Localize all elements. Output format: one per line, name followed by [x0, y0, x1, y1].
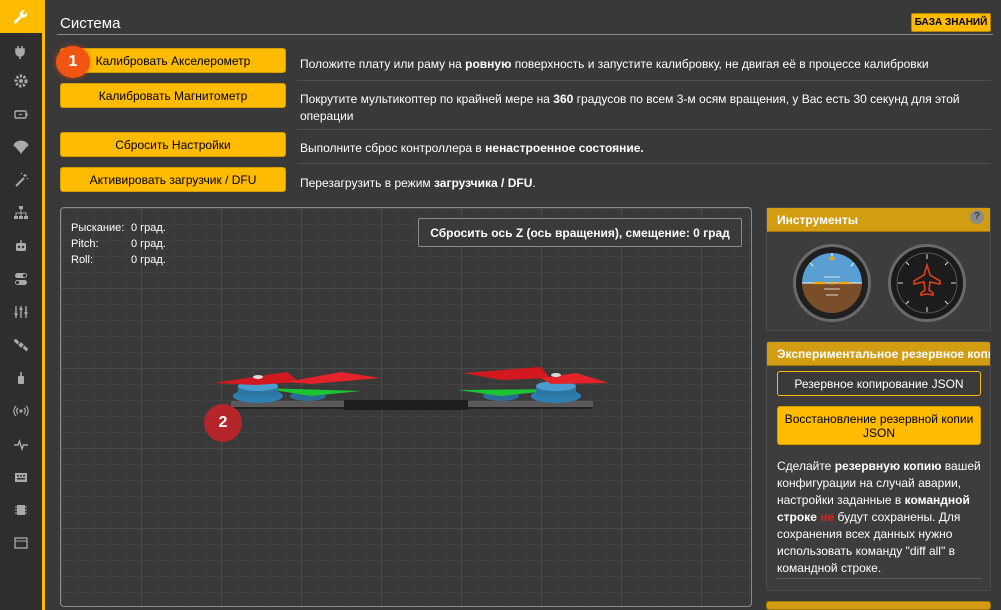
- page-title: Система: [60, 15, 121, 32]
- radio-icon: [13, 405, 29, 416]
- robot-icon: [16, 239, 26, 251]
- reset-settings-description: Выполните сброс контроллера в ненастроен…: [300, 141, 644, 155]
- calibrate-accelerometer-button[interactable]: Калибровать Акселерометр: [60, 48, 286, 73]
- parachute-icon: [13, 140, 29, 154]
- instruments-panel: Инструменты ?: [766, 207, 991, 331]
- sidebar-item-receiver[interactable]: [0, 229, 42, 262]
- network-icon: [14, 205, 28, 219]
- help-icon[interactable]: ?: [970, 210, 984, 224]
- calibrate-accelerometer-description: Положите плату или раму на ровную поверх…: [300, 57, 929, 71]
- calibrate-magnetometer-description: Покрутите мультикоптер по крайней мере н…: [300, 92, 960, 123]
- sidebar-item-pid[interactable]: [0, 196, 42, 229]
- sidebar-item-blackbox[interactable]: [0, 493, 42, 526]
- plug-icon: [15, 45, 25, 59]
- sidebar-accent-edge: [42, 0, 45, 610]
- magic-wand-icon: [15, 172, 29, 187]
- sidebar-item-motors[interactable]: [0, 361, 42, 394]
- toggles-icon: [15, 272, 27, 285]
- gear-icon: [14, 74, 28, 87]
- backup-json-button[interactable]: Резервное копирование JSON: [777, 371, 981, 396]
- quadcopter-model: [213, 367, 609, 410]
- step-badge-1: 1: [56, 46, 90, 78]
- wiki-button[interactable]: БАЗА ЗНАНИЙ: [911, 13, 991, 32]
- heading-indicator: [888, 244, 966, 322]
- restore-json-button[interactable]: Восстановление резервной копии JSON: [777, 406, 981, 445]
- sliders-icon: [14, 305, 28, 318]
- instruments-header: Инструменты ?: [767, 208, 990, 232]
- sidebar-item-cli[interactable]: [0, 526, 42, 559]
- activate-bootloader-description: Перезагрузить в режим загрузчика / DFU.: [300, 176, 536, 190]
- backup-description: Сделайте резервную копию вашей конфигура…: [777, 459, 981, 575]
- row-divider: [297, 80, 991, 81]
- sidebar-item-presets[interactable]: [0, 163, 42, 196]
- attitude-indicator-face: [802, 253, 862, 313]
- instruments-title: Инструменты: [777, 213, 859, 227]
- step-badge-2: 2: [204, 404, 242, 442]
- pitch-value: 0 град.: [131, 238, 166, 250]
- sidebar-item-osd[interactable]: [0, 460, 42, 493]
- sidebar-item-video-transmitter[interactable]: [0, 394, 42, 427]
- chip-icon: [15, 504, 27, 515]
- wrench-icon: [14, 9, 28, 23]
- reset-z-axis-button[interactable]: Сбросить ось Z (ось вращения), смещение:…: [418, 218, 742, 247]
- osd-icon: [15, 472, 27, 482]
- calibrate-magnetometer-button[interactable]: Калибровать Магнитометр: [60, 83, 286, 108]
- yaw-value: 0 град.: [131, 222, 166, 234]
- attitude-readout: Рыскание: 0 град. Pitch: 0 град. Roll: 0 гр…: [71, 220, 166, 268]
- model-viewport[interactable]: Рыскание: 0 град. Pitch: 0 град. Roll: 0 гр…: [60, 207, 752, 607]
- sidebar-nav: [0, 0, 42, 610]
- title-divider: [57, 34, 993, 35]
- row-divider: [297, 163, 991, 164]
- backup-header: Экспериментальное резервное копирование …: [767, 342, 990, 366]
- panel-divider: [777, 578, 982, 579]
- sidebar-item-sensors[interactable]: [0, 427, 42, 460]
- satellite-icon: [13, 338, 29, 351]
- pitch-label: Pitch:: [71, 238, 99, 250]
- sidebar-item-adjustments[interactable]: [0, 295, 42, 328]
- sidebar-item-gps[interactable]: [0, 328, 42, 361]
- attitude-indicator: [793, 244, 871, 322]
- next-panel-header: [766, 601, 991, 610]
- row-divider: [297, 129, 991, 130]
- yaw-label: Рыскание:: [71, 222, 125, 234]
- sidebar-item-power[interactable]: [0, 97, 42, 130]
- reset-settings-button[interactable]: Сбросить Настройки: [60, 132, 286, 157]
- terminal-icon: [14, 536, 28, 549]
- roll-label: Roll:: [71, 254, 94, 266]
- sidebar-item-modes[interactable]: [0, 262, 42, 295]
- motor-icon: [18, 371, 24, 384]
- battery-icon: [14, 109, 28, 119]
- heading-indicator-face: [896, 252, 958, 314]
- pulse-icon: [14, 438, 28, 451]
- backup-panel: Экспериментальное резервное копирование …: [766, 341, 991, 591]
- sidebar-item-failsafe[interactable]: [0, 130, 42, 163]
- sidebar-item-configuration[interactable]: [0, 64, 42, 97]
- sidebar-item-setup[interactable]: [0, 0, 42, 33]
- activate-bootloader-button[interactable]: Активировать загрузчик / DFU: [60, 167, 286, 192]
- roll-value: 0 град.: [131, 254, 166, 266]
